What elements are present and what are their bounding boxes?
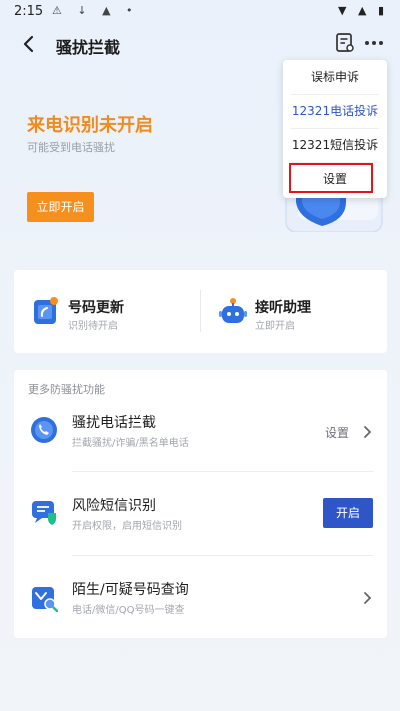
more-dots-icon: [365, 41, 383, 45]
answer-assistant-label: 接听助理: [255, 300, 311, 316]
answer-assistant-action[interactable]: 接听助理 立即开启: [201, 270, 387, 353]
number-update-status: 识别待开启: [68, 321, 118, 332]
menu-item-mislabel-appeal[interactable]: 误标申诉: [283, 60, 387, 94]
answer-assistant-status: 立即开启: [255, 321, 295, 332]
number-update-action[interactable]: 号码更新 识别待开启: [14, 270, 200, 353]
number-update-label: 号码更新: [68, 300, 124, 316]
row-risk-sms-title: 风险短信识别: [72, 498, 156, 514]
enable-sms-recognition-button[interactable]: 开启: [323, 498, 373, 528]
row-spam-call-block[interactable]: 骚扰电话拦截 拦截骚扰/诈骗/黑名单电话 设置: [14, 394, 387, 474]
row-risk-sms-desc: 开启权限，启用短信识别: [72, 521, 182, 532]
sms-shield-icon: [32, 501, 56, 525]
notification-icons: ⚠ ↓ ▲ •: [52, 4, 139, 17]
page-title: 骚扰拦截: [56, 38, 121, 57]
system-icons: ▼ ▲ ▮: [338, 4, 388, 17]
row-risk-sms: 风险短信识别 开启权限，启用短信识别 开启: [14, 472, 387, 552]
menu-item-12321-call-complaint[interactable]: 12321电话投诉: [283, 94, 387, 128]
chevron-right-icon: [364, 592, 372, 604]
phone-block-icon: [31, 417, 57, 443]
status-time: 2:15: [14, 4, 44, 19]
number-update-icon: [34, 297, 58, 324]
hero-title: 来电识别未开启: [27, 115, 153, 136]
chevron-right-icon: [364, 426, 372, 438]
hero-subtitle: 可能受到电话骚扰: [27, 141, 115, 154]
row-number-lookup[interactable]: 陌生/可疑号码查询 电话/微信/QQ号码一键查: [14, 556, 387, 636]
number-lookup-icon: [32, 587, 58, 612]
header: 骚扰拦截: [0, 28, 400, 64]
row-number-lookup-title: 陌生/可疑号码查询: [72, 582, 189, 598]
menu-item-12321-sms-complaint[interactable]: 12321短信投诉: [283, 128, 387, 162]
row-spam-call-block-settings-link[interactable]: 设置: [325, 424, 349, 441]
row-number-lookup-desc: 电话/微信/QQ号码一键查: [72, 605, 185, 616]
quick-actions-card: 号码更新 识别待开启 接听助理 立即开启: [14, 270, 387, 353]
status-bar: 2:15 ⚠ ↓ ▲ • ▼ ▲ ▮: [0, 0, 400, 24]
back-button[interactable]: [18, 30, 42, 58]
report-list-button[interactable]: [334, 32, 356, 54]
more-menu-button[interactable]: [363, 32, 385, 54]
robot-assistant-icon: [219, 298, 247, 323]
more-features-card: 更多防骚扰功能 骚扰电话拦截 拦截骚扰/诈骗/黑名单电话 设置 风险短信识别 开…: [14, 370, 387, 638]
settings-highlight-box: [289, 163, 373, 193]
back-arrow-icon: [23, 35, 34, 53]
row-spam-call-block-title: 骚扰电话拦截: [72, 415, 156, 431]
report-list-icon: [336, 33, 354, 52]
enable-now-button[interactable]: 立即开启: [27, 192, 94, 222]
row-spam-call-block-desc: 拦截骚扰/诈骗/黑名单电话: [72, 438, 189, 449]
